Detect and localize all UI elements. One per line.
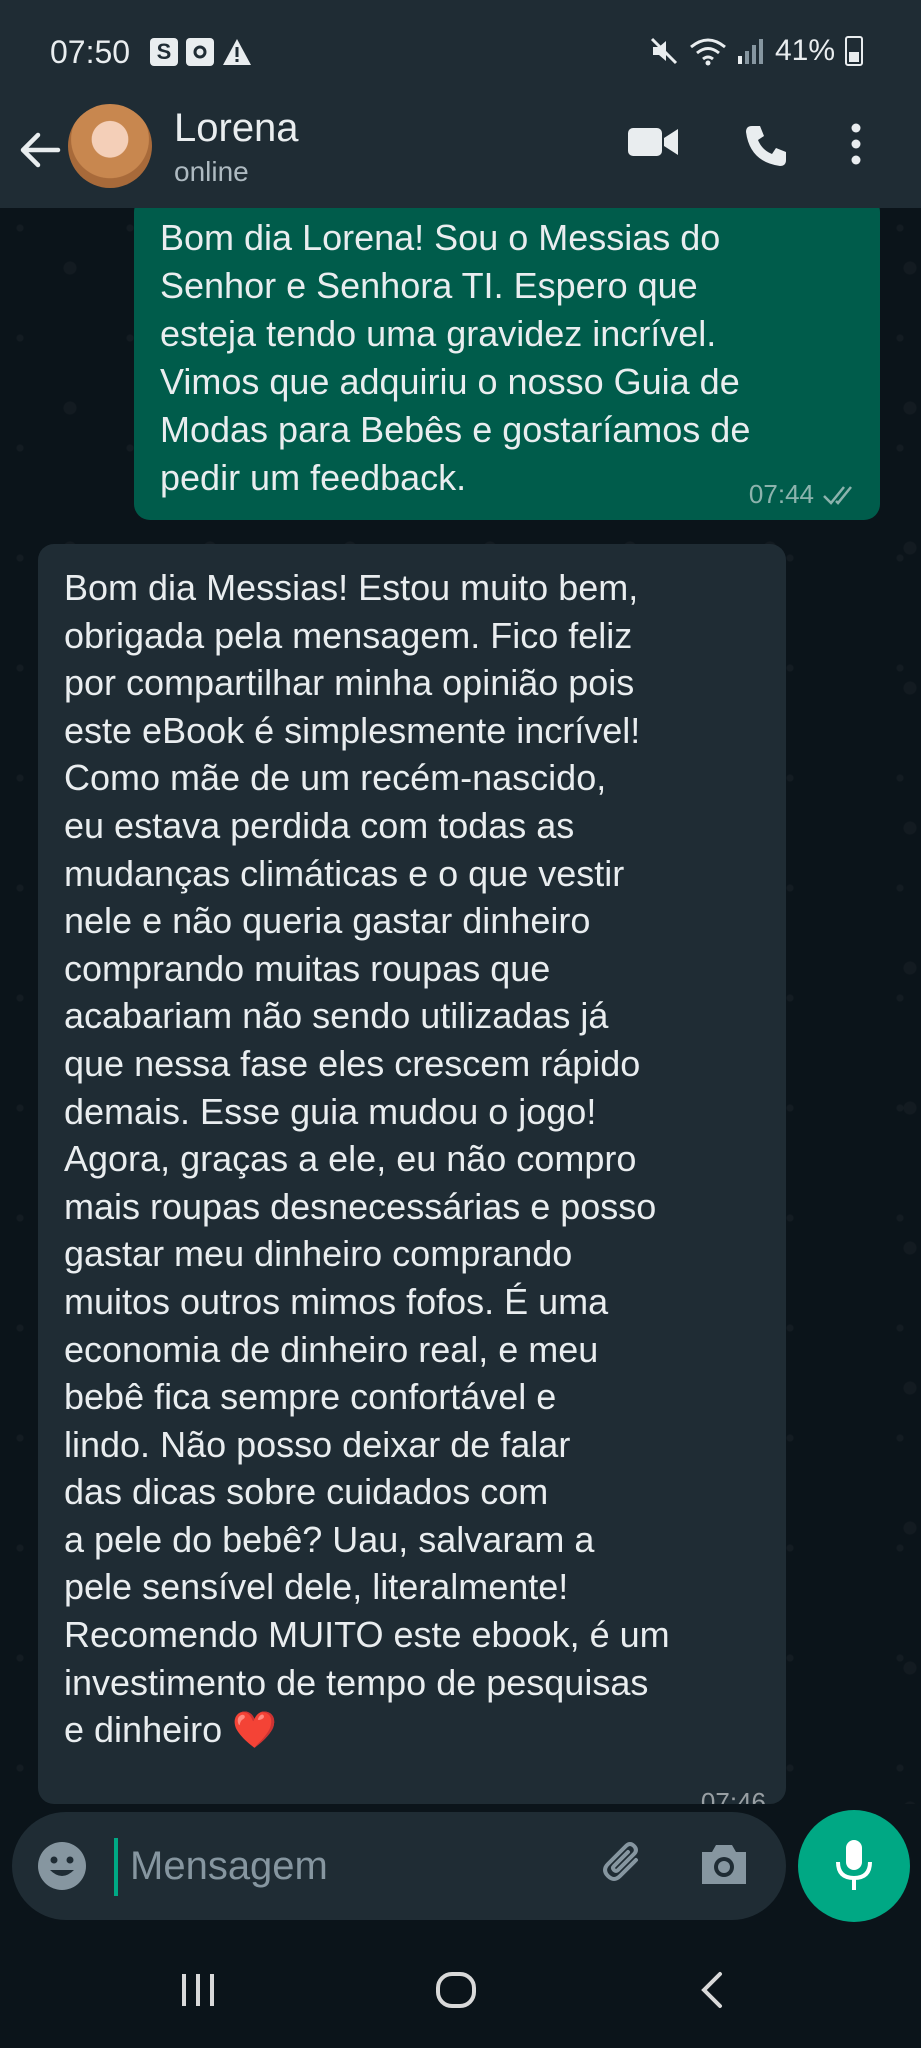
system-status-icons: 41% (649, 34, 863, 68)
battery-percent: 41% (774, 34, 835, 67)
chat-area[interactable]: Bom dia Lorena! Sou o Messias do Senhor … (0, 208, 921, 1804)
s-icon: S (150, 38, 178, 66)
system-navigation-bar (0, 1940, 921, 2048)
phone-icon[interactable] (742, 122, 790, 170)
contact-status: online (174, 156, 249, 187)
status-bar: 07:50 S 41% (0, 0, 921, 104)
voice-message-button[interactable] (798, 1810, 910, 1922)
warning-icon (223, 39, 251, 65)
photo-icon (186, 38, 214, 66)
message-incoming[interactable]: Bom dia Messias! Estou muito bem, obriga… (38, 544, 786, 1804)
text-cursor (114, 1838, 118, 1896)
back-arrow-icon[interactable] (14, 124, 66, 176)
wifi-icon (690, 38, 726, 66)
emoji-icon[interactable] (36, 1840, 88, 1892)
message-text: Bom dia Messias! Estou muito bem, obriga… (64, 567, 670, 1751)
avatar[interactable] (68, 104, 152, 188)
mic-icon (836, 1840, 872, 1890)
message-input[interactable] (128, 1832, 572, 1900)
status-time: 07:50 (50, 34, 131, 70)
back-nav-icon[interactable] (698, 1970, 728, 2010)
message-outgoing[interactable]: Bom dia Lorena! Sou o Messias do Senhor … (134, 208, 880, 520)
recent-apps-icon[interactable] (176, 1970, 220, 2010)
double-check-icon (823, 485, 852, 505)
camera-icon[interactable] (698, 1840, 750, 1888)
video-call-icon[interactable] (626, 122, 682, 162)
signal-icon (737, 39, 763, 64)
more-options-icon[interactable] (848, 122, 864, 166)
home-icon[interactable] (434, 1970, 478, 2010)
battery-icon (845, 36, 863, 66)
message-time: 07:46 (700, 1787, 766, 1804)
message-composer (12, 1812, 786, 1920)
mute-icon (650, 37, 678, 65)
chat-header: Lorena online (0, 104, 921, 208)
attach-icon[interactable] (596, 1838, 652, 1894)
notification-icons: S (150, 38, 252, 66)
message-time: 07:44 (748, 479, 814, 509)
message-meta: 07:44 (749, 479, 860, 510)
message-text: Bom dia Lorena! Sou o Messias do Senhor … (160, 217, 751, 498)
contact-name[interactable]: Lorena (174, 106, 299, 151)
